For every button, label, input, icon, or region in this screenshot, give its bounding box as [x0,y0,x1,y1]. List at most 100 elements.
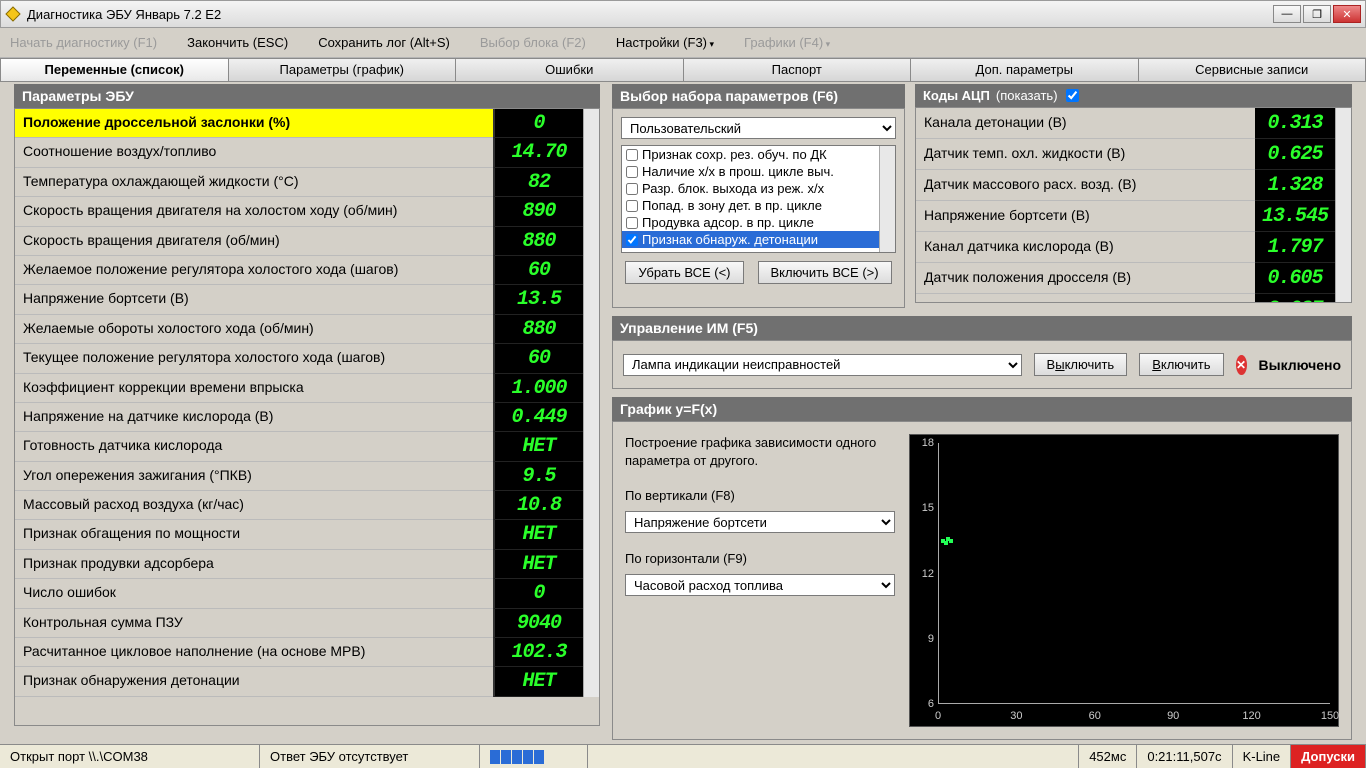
adc-scrollbar[interactable] [1335,108,1351,139]
paramset-item[interactable]: Продувка адсор. в пр. цикле [622,214,895,231]
tab-passport[interactable]: Паспорт [684,58,912,82]
maximize-button[interactable]: ❐ [1303,5,1331,23]
paramset-checkbox[interactable] [626,217,638,229]
ecu-param-row[interactable]: Коэффициент коррекции времени впрыска1.0… [15,374,599,403]
paramset-checkbox[interactable] [626,200,638,212]
tab-errors[interactable]: Ошибки [456,58,684,82]
paramset-checkbox[interactable] [626,234,638,246]
ecu-scrollbar[interactable] [583,550,599,579]
ecu-scrollbar[interactable] [583,667,599,696]
adc-row[interactable]: Датчик массового расх. возд. (В)1.328 [916,170,1351,201]
ecu-param-row[interactable]: Контрольная сумма ПЗУ9040 [15,609,599,638]
ecu-scrollbar[interactable] [583,520,599,549]
adc-list[interactable]: Канала детонации (В)0.313Датчик темп. ох… [915,107,1352,303]
graph-point [949,539,953,543]
ecu-param-row[interactable]: Угол опережения зажигания (°ПКВ)9.5 [15,462,599,491]
im-off-button[interactable]: Выключить [1034,353,1128,376]
paramset-item[interactable]: Признак обнаруж. детонации [622,231,895,248]
paramset-checkbox[interactable] [626,166,638,178]
ecu-scrollbar[interactable] [583,403,599,432]
adc-scrollbar[interactable] [1335,232,1351,263]
ecu-param-row[interactable]: Признак обгащения по мощностиНЕТ [15,520,599,549]
paramset-item[interactable]: Разр. блок. выхода из реж. х/х [622,180,895,197]
adc-row[interactable]: Канал датчика кислорода (В)1.797 [916,232,1351,263]
ecu-param-row[interactable]: Положение дроссельной заслонки (%)0 [15,109,599,138]
ecu-scrollbar[interactable] [583,168,599,197]
adc-row[interactable]: Канала детонации (В)0.313 [916,108,1351,139]
ecu-scrollbar[interactable] [583,315,599,344]
ecu-param-row[interactable]: Желаемые обороты холостого хода (об/мин)… [15,315,599,344]
ecu-scrollbar[interactable] [583,344,599,373]
stop-diag-button[interactable]: Закончить (ESC) [187,35,288,50]
close-button[interactable]: ✕ [1333,5,1361,23]
include-all-button[interactable]: Включить ВСЕ (>) [758,261,892,284]
ecu-scrollbar[interactable] [583,109,599,138]
ecu-param-row[interactable]: Расчитанное цикловое наполнение (на осно… [15,638,599,667]
adc-value: 2.637 [1255,294,1335,303]
ecu-param-row[interactable]: Массовый расход воздуха (кг/час)10.8 [15,491,599,520]
adc-scrollbar[interactable] [1335,170,1351,201]
adc-row[interactable]: Напряжение бортсети (В)13.545 [916,201,1351,232]
status-allow[interactable]: Допуски [1291,745,1366,768]
paramset-item[interactable]: Признак сохр. рез. обуч. по ДК [622,146,895,163]
adc-row[interactable]: Датчик темп. воздуха на впуске (В)2.637 [916,294,1351,303]
paramset-item[interactable]: Наличие х/х в прош. цикле выч. [622,163,895,180]
ecu-param-row[interactable]: Желаемое положение регулятора холостого … [15,256,599,285]
ecu-scrollbar[interactable] [583,227,599,256]
ecu-param-row[interactable]: Скорость вращения двигателя (об/мин)880 [15,227,599,256]
paramset-checklist[interactable]: Признак сохр. рез. обуч. по ДКНаличие х/… [621,145,896,253]
im-on-button[interactable]: Включить [1139,353,1223,376]
start-diag-button: Начать диагностику (F1) [10,35,157,50]
paramset-combo[interactable]: Пользовательский [621,117,896,139]
adc-scrollbar[interactable] [1335,294,1351,303]
im-status-text: Выключено [1259,357,1341,373]
graph-canvas[interactable]: 691215180306090120150 [909,434,1339,727]
ecu-param-row[interactable]: Температура охлаждающей жидкости (°C)82 [15,168,599,197]
ecu-scrollbar[interactable] [583,374,599,403]
ecu-scrollbar[interactable] [583,197,599,226]
paramset-checkbox[interactable] [626,183,638,195]
paramset-item[interactable]: Попад. в зону дет. в пр. цикле [622,197,895,214]
ecu-param-row[interactable]: Напряжение на датчике кислорода (В)0.449 [15,403,599,432]
adc-scrollbar[interactable] [1335,139,1351,170]
paramset-checkbox[interactable] [626,149,638,161]
main-tabs: Переменные (список) Параметры (график) О… [0,58,1366,82]
adc-row[interactable]: Датчик положения дросселя (В)0.605 [916,263,1351,294]
settings-menu[interactable]: Настройки (F3) [616,35,714,50]
save-log-button[interactable]: Сохранить лог (Alt+S) [318,35,450,50]
tab-variables[interactable]: Переменные (список) [0,58,229,82]
tab-params-chart[interactable]: Параметры (график) [229,58,457,82]
adc-label: Датчик темп. воздуха на впуске (В) [916,294,1255,303]
tab-service-records[interactable]: Сервисные записи [1139,58,1366,82]
adc-scrollbar[interactable] [1335,263,1351,294]
adc-show-checkbox[interactable] [1066,89,1079,102]
ecu-param-label: Скорость вращения двигателя (об/мин) [15,227,493,256]
adc-row[interactable]: Датчик темп. охл. жидкости (В)0.625 [916,139,1351,170]
ecu-scrollbar[interactable] [583,138,599,167]
tab-extra-params[interactable]: Доп. параметры [911,58,1139,82]
ecu-param-row[interactable]: Соотношение воздух/топливо14.70 [15,138,599,167]
ecu-scrollbar[interactable] [583,432,599,461]
ecu-scrollbar[interactable] [583,256,599,285]
ecu-scrollbar[interactable] [583,638,599,667]
ecu-scrollbar[interactable] [583,285,599,314]
ecu-scrollbar[interactable] [583,609,599,638]
graph-x-combo[interactable]: Часовой расход топлива [625,574,895,596]
ecu-param-row[interactable]: Напряжение бортсети (В)13.5 [15,285,599,314]
ecu-param-row[interactable]: Признак обнаружения детонацииНЕТ [15,667,599,696]
im-actuator-combo[interactable]: Лампа индикации неисправностей [623,354,1022,376]
remove-all-button[interactable]: Убрать ВСЕ (<) [625,261,743,284]
ecu-scrollbar[interactable] [583,491,599,520]
graph-y-combo[interactable]: Напряжение бортсети [625,511,895,533]
ecu-param-row[interactable]: Признак продувки адсорбераНЕТ [15,550,599,579]
minimize-button[interactable]: — [1273,5,1301,23]
checklist-scrollbar[interactable] [879,146,895,252]
ecu-scrollbar[interactable] [583,462,599,491]
ecu-scrollbar[interactable] [583,579,599,608]
ecu-params-list[interactable]: Положение дроссельной заслонки (%)0Соотн… [14,108,600,726]
adc-scrollbar[interactable] [1335,201,1351,232]
ecu-param-row[interactable]: Число ошибок0 [15,579,599,608]
ecu-param-row[interactable]: Текущее положение регулятора холостого х… [15,344,599,373]
ecu-param-row[interactable]: Скорость вращения двигателя на холостом … [15,197,599,226]
ecu-param-row[interactable]: Готовность датчика кислородаНЕТ [15,432,599,461]
